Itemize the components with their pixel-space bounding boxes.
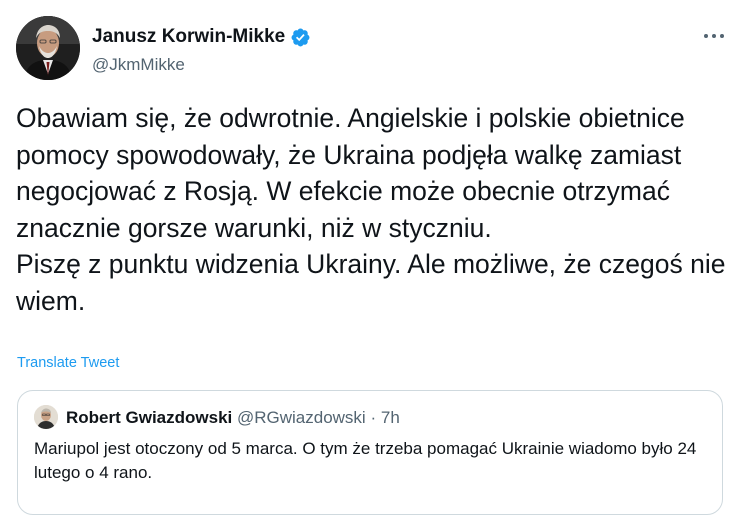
quoted-author-handle: @RGwiazdowski (236, 408, 366, 427)
quoted-author-avatar (34, 405, 58, 429)
author-name[interactable]: Janusz Korwin-Mikke (92, 26, 285, 48)
tweet-text: Obawiam się, że odwrotnie. Angielskie i … (16, 103, 726, 316)
more-horizontal-icon (704, 34, 724, 38)
author-photo (16, 16, 80, 80)
quoted-tweet-text: Mariupol jest otoczony od 5 marca. O tym… (34, 439, 697, 482)
quoted-timestamp: 7h (380, 408, 400, 427)
author-avatar[interactable] (16, 16, 80, 80)
author-name-row: Janusz Korwin-Mikke (92, 26, 311, 48)
quoted-author-photo (34, 405, 58, 429)
quoted-tweet-card[interactable]: Robert Gwiazdowski @RGwiazdowski · 7h Ma… (17, 390, 723, 515)
more-options-button[interactable] (700, 27, 728, 45)
quoted-separator: · (370, 408, 377, 427)
author-handle[interactable]: @JkmMikke (92, 55, 185, 75)
verified-badge-icon (291, 28, 310, 46)
translate-tweet-link[interactable]: Translate Tweet (17, 355, 119, 371)
quoted-tweet-header: Robert Gwiazdowski @RGwiazdowski · 7h (66, 408, 400, 428)
quoted-author-name: Robert Gwiazdowski (66, 408, 233, 427)
